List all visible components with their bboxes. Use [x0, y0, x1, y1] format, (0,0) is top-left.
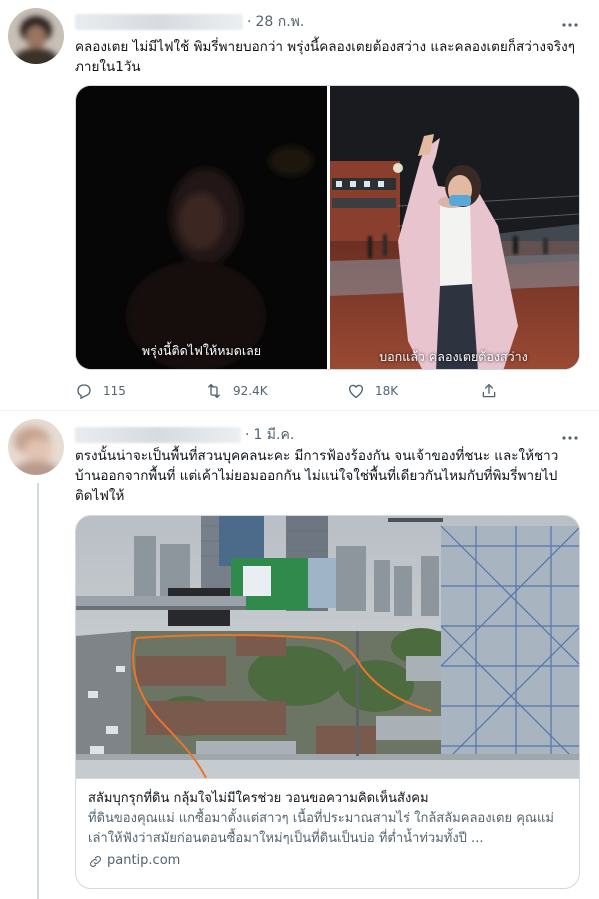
tweet-date[interactable]: 28 ก.พ. [255, 11, 304, 33]
link-icon [90, 855, 101, 867]
author-name[interactable] [75, 427, 241, 443]
tweet-header: · 28 ก.พ. [75, 12, 304, 32]
tweet-actions: 115 92.4K 18K [75, 382, 515, 402]
like-count: 18K [375, 384, 399, 398]
author-name[interactable] [75, 14, 243, 30]
link-card-image [76, 516, 579, 778]
media-left-caption: พรุ่งนี้ติดไฟให้หมดเลย [141, 343, 262, 358]
avatar[interactable] [8, 419, 64, 475]
reply-button[interactable]: 115 [75, 382, 126, 400]
more-icon[interactable] [561, 431, 579, 441]
tweet-media[interactable]: พรุ่งนี้ติดไฟให้หมดเลย บอกแล้ว คลองเตยต้… [75, 85, 580, 370]
link-card-title: สลัมบุกรุกที่ดิน กลุ้มใจไม่มีใครช่วย วอน… [88, 791, 429, 806]
tweet-text: ตรงนั้นน่าจะเป็นพื้นที่สวนบุคคลนะคะ มีกา… [75, 448, 559, 504]
media-photo-lit[interactable]: บอกแล้ว คลองเตยต้องสว่าง [328, 86, 579, 369]
media-photo-dark[interactable]: พรุ่งนี้ติดไฟให้หมดเลย [76, 86, 327, 369]
reply-count: 115 [103, 384, 126, 398]
tweet-2[interactable]: · 1 มี.ค. ตรงนั้นน่าจะเป็นพื้นที่สวนบุคค… [0, 411, 599, 899]
share-icon [482, 383, 496, 398]
avatar[interactable] [8, 8, 64, 64]
retweet-button[interactable]: 92.4K [205, 382, 268, 400]
link-card-body[interactable]: สลัมบุกรุกที่ดิน กลุ้มใจไม่มีใครช่วย วอน… [76, 778, 579, 881]
link-card-domain: pantip.com [88, 851, 567, 871]
separator-dot: · [247, 14, 252, 30]
separator-dot: · [245, 427, 250, 443]
tweet-date[interactable]: 1 มี.ค. [253, 424, 294, 446]
share-button[interactable] [480, 382, 508, 400]
heart-icon [348, 384, 364, 399]
tweet-text: คลองเตย ไม่มีไฟใช้ พิมรี่พายบอกว่า พรุ่ง… [75, 39, 576, 75]
media-right-caption: บอกแล้ว คลองเตยต้องสว่าง [379, 349, 528, 364]
link-card-description: ที่ดินของคุณแม่ แกซื้อมาตั้งแต่สาวๆ เนื้… [88, 811, 554, 846]
retweet-icon [208, 383, 220, 399]
more-icon[interactable] [561, 18, 579, 28]
like-button[interactable]: 18K [347, 382, 398, 400]
link-card[interactable]: สลัมบุกรุกที่ดิน กลุ้มใจไม่มีใครช่วย วอน… [75, 515, 580, 889]
tweet-1[interactable]: · 28 ก.พ. คลองเตย ไม่มีไฟใช้ พิมรี่พายบอ… [0, 0, 599, 410]
link-card-domain-text: pantip.com [107, 853, 181, 868]
reply-icon [77, 384, 91, 400]
thread-line [37, 483, 39, 899]
tweet-header: · 1 มี.ค. [75, 425, 294, 445]
retweet-count: 92.4K [233, 384, 268, 398]
